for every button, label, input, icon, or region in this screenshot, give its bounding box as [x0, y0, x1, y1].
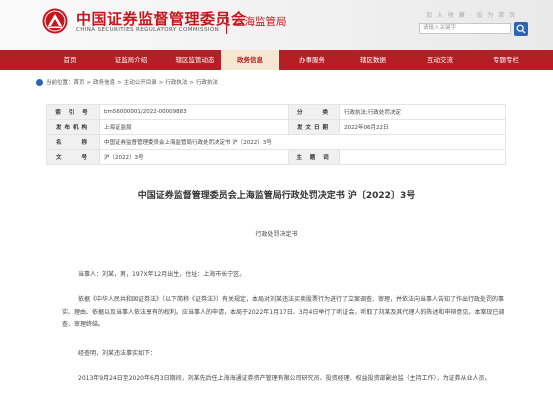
- breadcrumb-item[interactable]: 主动公开目录: [124, 80, 157, 86]
- paragraph: 2013年9月24日至2020年6月3日期间，刘某先后任上海海通证券资产管理有限…: [78, 375, 491, 382]
- issuer-value: 上海证监局: [99, 119, 289, 135]
- csrc-emblem-icon: [42, 8, 68, 34]
- paragraph: 经查明，刘某违法事实如下：: [78, 350, 157, 357]
- docno-value: 沪〔2022〕3号: [99, 149, 289, 165]
- bureau-name[interactable]: 上海监管局: [234, 14, 287, 29]
- document-title: 中国证券监督管理委员会上海监管局行政处罚决定书 沪〔2022〕3号: [137, 191, 416, 201]
- search-input[interactable]: 请输入关键字: [419, 23, 511, 34]
- name-value: 中国证券监督管理委员会上海监管局行政处罚决定书 沪〔2022〕3号: [99, 134, 506, 150]
- site-header: 中国证券监督管理委员会 CHINA SECURITIES REGULATORY …: [0, 0, 553, 50]
- site-name-english: CHINA SECURITIES REGULATORY COMMISSION: [76, 27, 220, 33]
- paragraph: 当事人：刘某，男，197X年12月出生，住址：上海市长宁区。: [78, 271, 246, 278]
- document-subtitle: 行政处罚决定书: [255, 231, 298, 238]
- issuer-label: 发布机构: [46, 119, 100, 135]
- breadcrumb-item[interactable]: 当前位置：首页: [46, 80, 85, 86]
- search-button[interactable]: [514, 22, 528, 36]
- name-label: 名 称: [46, 134, 100, 150]
- main-nav: 首页 证监局介绍 辖区监管动态 政务信息 办事服务 辖区数据 互动交流 专题专栏: [0, 50, 553, 70]
- breadcrumb: 当前位置：首页 > 政务信息 > 主动公开目录 > 行政执法 > 行政执法: [36, 78, 220, 88]
- index-label: 索 引 号: [46, 104, 100, 120]
- breadcrumb-item[interactable]: 行政执法: [165, 80, 187, 86]
- category-label: 分 类: [288, 104, 340, 120]
- docno-label: 文 号: [46, 149, 100, 165]
- nav-item-special-topics[interactable]: 专题专栏: [466, 50, 546, 70]
- search-icon: [516, 24, 526, 34]
- date-label: 发文日期: [288, 119, 340, 135]
- top-links[interactable]: 加 入 收 藏 · 设 为 首 页: [426, 10, 517, 19]
- keyword-value: [339, 149, 506, 165]
- breadcrumb-item[interactable]: 行政执法: [196, 80, 218, 86]
- site-name[interactable]: 中国证券监督管理委员会: [76, 8, 247, 29]
- breadcrumb-item[interactable]: 政务信息: [93, 80, 115, 86]
- paragraph: 依据《中华人民共和国证券法》（以下简称《证券法》）有关规定，本局对刘某违法买卖股…: [62, 296, 505, 328]
- location-pin-icon: [36, 79, 43, 86]
- nav-item-government-info[interactable]: 政务信息: [221, 50, 279, 70]
- document-info-table: 索 引 号 bm56000001/2022-00009883 分 类 行政执法;…: [46, 104, 506, 165]
- header-divider: [226, 12, 227, 34]
- keyword-label: 主 题 词: [288, 149, 340, 165]
- index-value: bm56000001/2022-00009883: [99, 104, 289, 120]
- date-value: 2022年06月22日: [339, 119, 506, 135]
- category-value: 行政执法;行政处罚决定: [339, 104, 506, 120]
